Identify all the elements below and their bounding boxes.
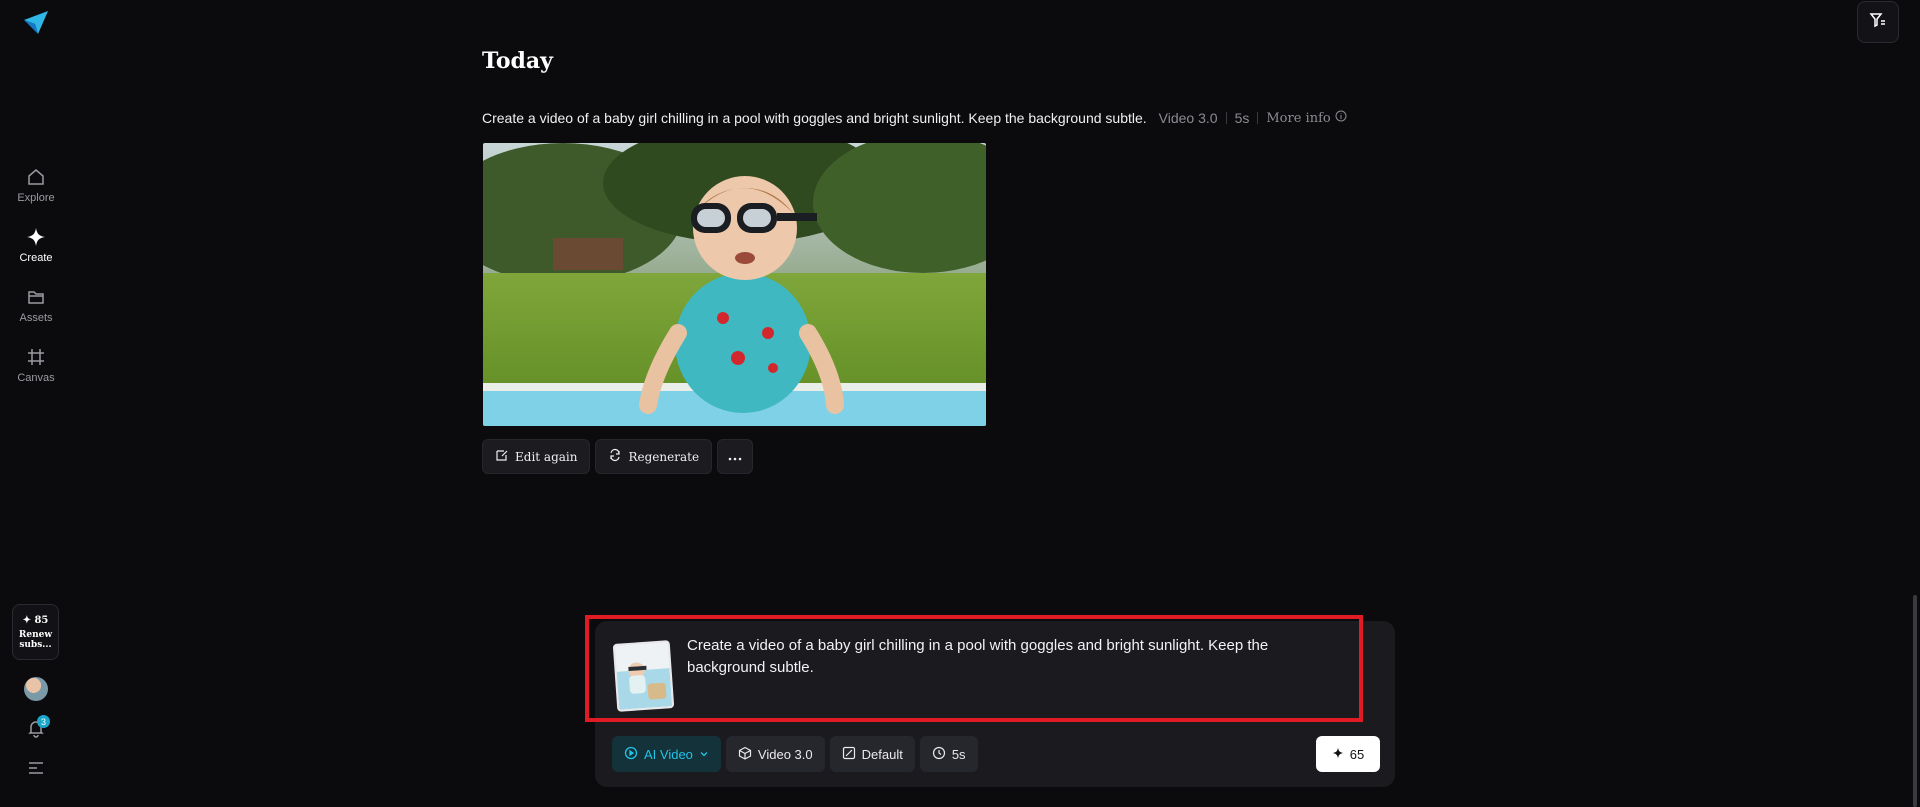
- folder-icon: [25, 286, 47, 308]
- refresh-icon: [608, 448, 622, 465]
- ai-video-icon: [624, 746, 638, 763]
- notification-badge: 3: [37, 715, 50, 728]
- filter-button[interactable]: [1857, 1, 1899, 43]
- generation-prompt-row: Create a video of a baby girl chilling i…: [482, 110, 1347, 126]
- sidebar-item-label: Canvas: [17, 372, 55, 384]
- duration-select[interactable]: 5s: [919, 736, 978, 772]
- divider: [1257, 112, 1259, 124]
- page-scrollbar[interactable]: [1913, 595, 1917, 807]
- app-logo-icon[interactable]: [22, 8, 50, 36]
- clock-icon: [932, 746, 946, 763]
- sidebar-item-label: Assets: [19, 312, 53, 324]
- filter-icon: [1869, 11, 1887, 34]
- result-actions: Edit again Regenerate: [482, 439, 754, 474]
- regenerate-button[interactable]: Regenerate: [595, 439, 713, 474]
- edit-again-button[interactable]: Edit again: [482, 439, 591, 474]
- generate-button[interactable]: 65: [1316, 736, 1380, 772]
- sidebar-item-assets[interactable]: Assets: [0, 286, 72, 324]
- sidebar-item-create[interactable]: Create: [0, 226, 72, 264]
- divider: [1225, 112, 1227, 124]
- more-info-link[interactable]: More info: [1266, 110, 1347, 126]
- sparkle-icon: [25, 226, 47, 248]
- menu-icon[interactable]: [26, 760, 46, 776]
- home-icon: [25, 166, 47, 188]
- more-icon: [728, 450, 742, 464]
- chevron-down-icon: [699, 747, 709, 762]
- edit-again-label: Edit again: [515, 449, 578, 464]
- sidebar-item-explore[interactable]: Explore: [0, 166, 72, 204]
- cube-icon: [738, 746, 752, 763]
- info-icon: [1335, 110, 1347, 126]
- mode-select[interactable]: AI Video: [612, 736, 721, 772]
- mode-select-label: AI Video: [644, 746, 693, 762]
- sidebar-item-label: Explore: [17, 192, 55, 204]
- generate-cost: 65: [1349, 746, 1365, 762]
- generated-video-thumbnail[interactable]: [483, 143, 986, 426]
- more-info-label: More info: [1266, 110, 1331, 126]
- sparkle-icon: [1332, 747, 1344, 762]
- generation-prompt-text: Create a video of a baby girl chilling i…: [482, 110, 1147, 126]
- model-select[interactable]: Video 3.0: [725, 736, 825, 772]
- aspect-ratio-icon: [842, 746, 856, 763]
- prompt-input[interactable]: Create a video of a baby girl chilling i…: [687, 635, 1337, 679]
- aspect-ratio-label: Default: [861, 746, 903, 762]
- page-title: Today: [482, 48, 553, 74]
- renew-subscription-label: Renew subs...: [18, 629, 53, 650]
- sidebar: Explore Create Assets Canvas ✦ 85 Renew …: [0, 0, 72, 807]
- sidebar-item-label: Create: [19, 252, 53, 264]
- more-options-button[interactable]: [717, 439, 754, 474]
- aspect-ratio-select[interactable]: Default: [829, 736, 915, 772]
- reference-image-thumbnail[interactable]: [612, 640, 675, 712]
- model-select-label: Video 3.0: [757, 746, 813, 762]
- avatar[interactable]: [24, 677, 48, 701]
- sidebar-item-canvas[interactable]: Canvas: [0, 346, 72, 384]
- duration-label: 5s: [1234, 110, 1250, 126]
- regenerate-label: Regenerate: [628, 449, 700, 464]
- duration-select-label: 5s: [951, 746, 966, 762]
- model-label: Video 3.0: [1158, 110, 1218, 126]
- credits-value: ✦ 85: [22, 614, 49, 626]
- edit-icon: [495, 448, 509, 465]
- crop-icon: [25, 346, 47, 368]
- composer-toolbar: AI Video Video 3.0 Default 5s: [612, 736, 978, 772]
- credits-renew-button[interactable]: ✦ 85 Renew subs...: [12, 604, 59, 660]
